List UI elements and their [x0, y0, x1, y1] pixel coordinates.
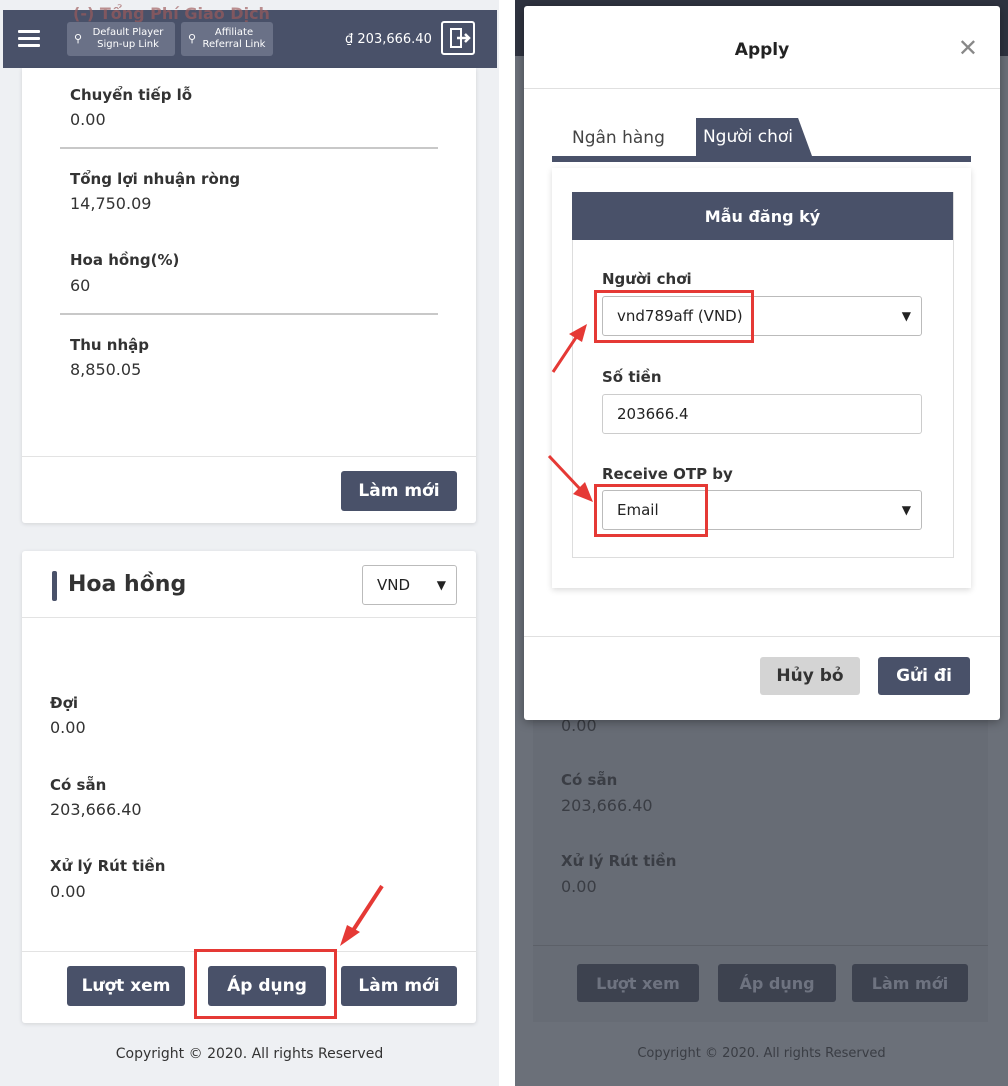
field-value: 203,666.40: [561, 796, 653, 815]
annotation-arrow: [340, 884, 384, 946]
divider: [60, 147, 438, 149]
commission-title: Hoa hồng: [68, 572, 187, 597]
modal-header-divider: [524, 88, 1000, 89]
copyright-footer: Copyright © 2020. All rights Reserved: [115, 1046, 384, 1062]
link-icon: ⚲: [73, 32, 83, 45]
refresh-button[interactable]: Làm mới: [341, 966, 457, 1006]
field-value: 0.00: [50, 718, 86, 737]
view-button[interactable]: Lượt xem: [67, 966, 185, 1006]
chevron-down-icon: ▼: [901, 503, 911, 517]
copyright-footer: Copyright © 2020. All rights Reserved: [637, 1046, 886, 1061]
field-label: Xử lý Rút tiền: [50, 857, 166, 875]
field-value: 60: [70, 276, 91, 295]
divider: [22, 456, 476, 457]
field-label: Có sẵn: [561, 771, 618, 789]
field-value: 0.00: [70, 110, 106, 129]
field-value: 0.00: [561, 877, 597, 896]
screenshot-gap: [499, 0, 515, 1086]
field-value: 14,750.09: [70, 194, 152, 213]
top-navbar: (-) Tổng Phí Giao Dịch ⚲ Default Player …: [3, 4, 497, 68]
field-label: Chuyển tiếp lỗ: [70, 86, 193, 104]
highlight-box: [594, 290, 754, 343]
submit-button[interactable]: Gửi đi: [878, 657, 970, 695]
default-player-link-button[interactable]: ⚲ Default Player Sign-up Link: [67, 22, 175, 56]
player-label: Người chơi: [602, 270, 692, 288]
highlight-box: [594, 484, 708, 537]
close-icon[interactable]: ✕: [958, 34, 978, 62]
highlight-box: [194, 949, 337, 1019]
chevron-down-icon: ▼: [436, 578, 446, 592]
tab-underline: [552, 156, 971, 162]
otp-label: Receive OTP by: [602, 465, 733, 483]
link-icon: ⚲: [187, 32, 197, 45]
refresh-button: Làm mới: [852, 964, 968, 1002]
field-value: 0.00: [50, 882, 86, 901]
field-value: 8,850.05: [70, 360, 142, 379]
chevron-down-icon: ▼: [901, 309, 911, 323]
apply-button: Áp dụng: [718, 964, 836, 1002]
affiliate-link-button[interactable]: ⚲ Affiliate Referral Link: [181, 22, 273, 56]
refresh-button[interactable]: Làm mới: [341, 471, 457, 511]
balance-display: ₫ 203,666.40: [345, 32, 432, 47]
modal-footer-divider: [524, 636, 1000, 637]
field-label: Đợi: [50, 694, 79, 712]
scrolled-header-text: (-) Tổng Phí Giao Dịch: [73, 4, 270, 23]
cancel-button[interactable]: Hủy bỏ: [760, 657, 860, 695]
dimmed-commission-card: 0.00 Có sẵn 203,666.40 Xử lý Rút tiền 0.…: [533, 690, 988, 1022]
right-screenshot: 0.00 Có sẵn 203,666.40 Xử lý Rút tiền 0.…: [515, 0, 1008, 1086]
field-label: Tổng lợi nhuận ròng: [70, 170, 241, 188]
divider: [22, 617, 476, 618]
field-label: Xử lý Rút tiền: [561, 852, 677, 870]
amount-field[interactable]: 203666.4: [602, 394, 922, 434]
summary-card: Chuyển tiếp lỗ 0.00 Tổng lợi nhuận ròng …: [22, 68, 476, 523]
amount-label: Số tiền: [602, 368, 662, 386]
view-button: Lượt xem: [577, 964, 699, 1002]
divider: [60, 313, 438, 315]
annotation-arrow: [551, 324, 587, 373]
tab-player[interactable]: Người chơi: [696, 118, 812, 156]
tab-bank[interactable]: Ngân hàng: [572, 128, 665, 148]
field-label: Hoa hồng(%): [70, 251, 180, 269]
hamburger-icon[interactable]: [18, 30, 40, 48]
field-value: 203,666.40: [50, 800, 142, 819]
left-screenshot: (-) Tổng Phí Giao Dịch ⚲ Default Player …: [0, 0, 499, 1086]
currency-select[interactable]: VND ▼: [362, 565, 457, 605]
annotation-arrow: [547, 454, 593, 502]
logout-icon[interactable]: [441, 21, 475, 55]
title-accent-bar: [52, 571, 57, 601]
field-label: Thu nhập: [70, 336, 150, 354]
field-label: Có sẵn: [50, 776, 107, 794]
divider: [533, 945, 988, 946]
modal-title: Apply: [734, 40, 790, 60]
form-title: Mẫu đăng ký: [572, 192, 953, 240]
